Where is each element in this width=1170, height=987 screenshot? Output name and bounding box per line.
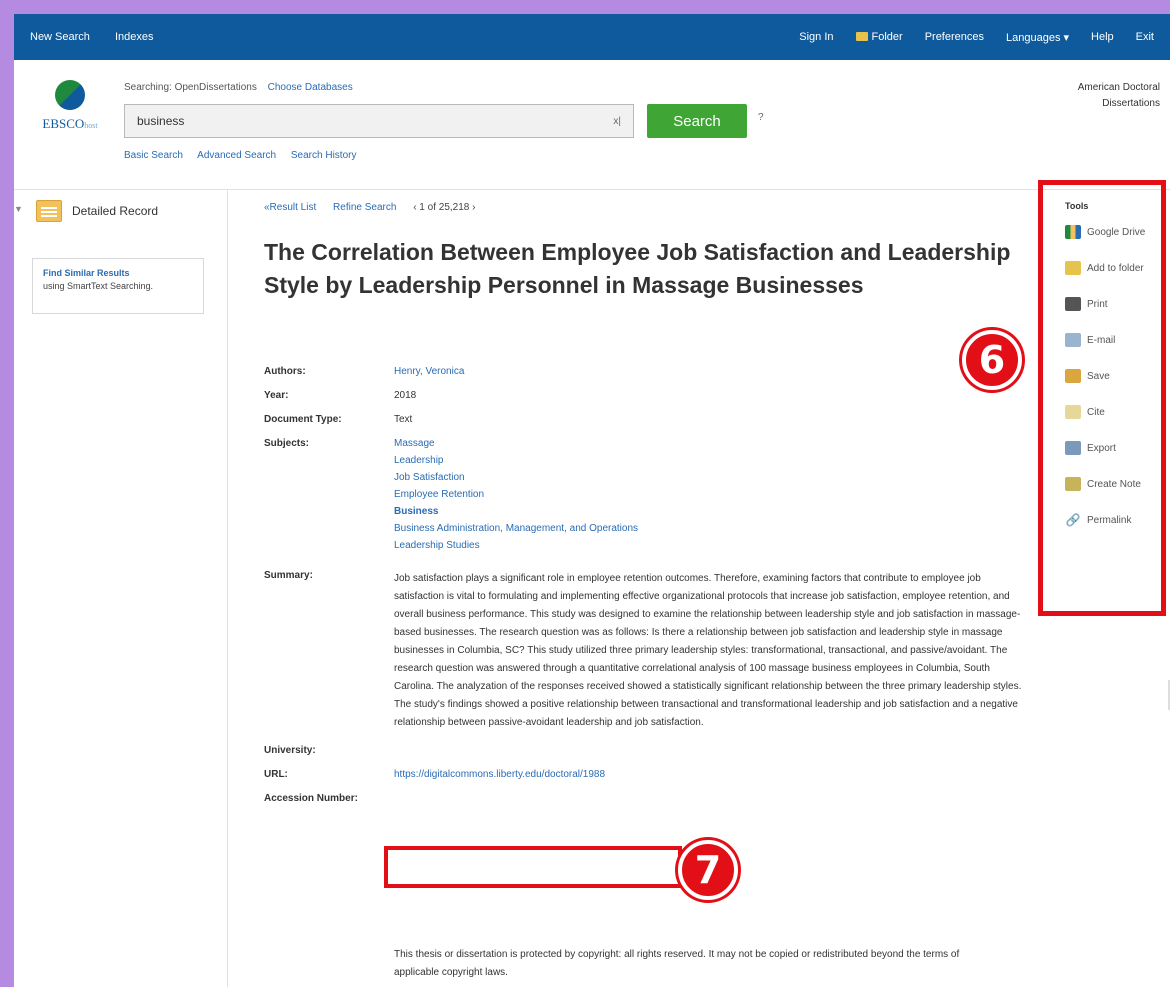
subject-link[interactable]: Business Administration, Management, and… xyxy=(394,523,1024,534)
google-drive-icon xyxy=(1065,225,1081,239)
breadcrumb: «Result List Refine Search ‹ 1 of 25,218… xyxy=(264,202,489,213)
search-options: Basic Search Advanced Search Search Hist… xyxy=(124,150,368,161)
search-button[interactable]: Search xyxy=(647,104,747,138)
field-subjects: Subjects: Massage Leadership Job Satisfa… xyxy=(264,438,1024,557)
export-icon xyxy=(1065,441,1081,455)
ebsco-logo-icon xyxy=(55,80,85,110)
annotation-badge-7: 7 xyxy=(678,840,738,900)
nav-help[interactable]: Help xyxy=(1091,31,1114,43)
field-document-type: Document Type: Text xyxy=(264,414,413,425)
tools-heading: Tools xyxy=(1065,201,1089,211)
folder-icon xyxy=(1065,261,1081,275)
find-similar-results[interactable]: Find Similar Results using SmartText Sea… xyxy=(32,258,204,314)
record-title: The Correlation Between Employee Job Sat… xyxy=(264,239,1011,298)
subject-link[interactable]: Job Satisfaction xyxy=(394,472,1024,483)
search-header: EBSCOhost Searching: OpenDissertations C… xyxy=(14,60,1170,190)
record-fields: Authors: Henry, Veronica Year: 2018 Docu… xyxy=(264,366,1024,817)
nav-new-search[interactable]: New Search xyxy=(30,31,90,43)
record-detail: «Result List Refine Search ‹ 1 of 25,218… xyxy=(264,190,1024,987)
print-icon xyxy=(1065,297,1081,311)
tool-cite[interactable]: Cite xyxy=(1065,405,1161,419)
record-url-link[interactable]: https://digitalcommons.liberty.edu/docto… xyxy=(394,769,1024,780)
tool-email[interactable]: E-mail xyxy=(1065,333,1161,347)
subject-link[interactable]: Leadership xyxy=(394,455,1024,466)
tool-add-to-folder[interactable]: Add to folder xyxy=(1065,261,1161,275)
field-university: University: xyxy=(264,745,316,756)
searching-database: Searching: OpenDissertations Choose Data… xyxy=(124,82,353,93)
ebsco-wordmark: EBSCOhost xyxy=(42,116,98,131)
result-counter[interactable]: ‹ 1 of 25,218 › xyxy=(413,202,475,213)
detailed-record-heading: Detailed Record xyxy=(36,200,158,222)
search-history-link[interactable]: Search History xyxy=(291,150,357,161)
database-name: American Doctoral Dissertations xyxy=(1077,82,1160,109)
field-authors: Authors: Henry, Veronica xyxy=(264,366,1024,377)
nav-preferences[interactable]: Preferences xyxy=(925,31,984,43)
annotation-badge-6: 6 xyxy=(962,330,1022,390)
email-icon xyxy=(1065,333,1081,347)
field-url: URL: https://digitalcommons.liberty.edu/… xyxy=(264,769,1024,780)
tool-create-note[interactable]: Create Note xyxy=(1065,477,1161,491)
browser-frame: New Search Indexes Sign In Folder Prefer… xyxy=(14,14,1170,987)
subject-link[interactable]: Business xyxy=(394,506,1024,517)
ebsco-logo[interactable]: EBSCOhost xyxy=(30,80,110,132)
save-icon xyxy=(1065,369,1081,383)
subject-link[interactable]: Employee Retention xyxy=(394,489,1024,500)
tool-export[interactable]: Export xyxy=(1065,441,1161,455)
top-nav: New Search Indexes Sign In Folder Prefer… xyxy=(14,14,1170,60)
result-list-link[interactable]: «Result List xyxy=(264,202,316,213)
tool-print[interactable]: Print xyxy=(1065,297,1161,311)
nav-folder[interactable]: Folder xyxy=(855,31,903,43)
nav-indexes[interactable]: Indexes xyxy=(115,31,154,43)
advanced-search-link[interactable]: Advanced Search xyxy=(197,150,276,161)
folder-icon xyxy=(855,32,868,41)
field-year: Year: 2018 xyxy=(264,390,417,401)
left-sidebar: ▼ Detailed Record Find Similar Results u… xyxy=(14,190,228,987)
nav-exit[interactable]: Exit xyxy=(1136,31,1154,43)
subject-link[interactable]: Leadership Studies xyxy=(394,540,1024,551)
search-help-icon[interactable]: ? xyxy=(758,112,764,123)
basic-search-link[interactable]: Basic Search xyxy=(124,150,183,161)
subject-link[interactable]: Massage xyxy=(394,438,1024,449)
search-input[interactable] xyxy=(137,114,614,128)
clear-icon[interactable]: x| xyxy=(613,116,621,127)
field-accession-number: Accession Number: xyxy=(264,793,358,804)
link-icon: 🔗 xyxy=(1065,513,1081,527)
tools-panel: Tools Google Drive Add to folder Print E… xyxy=(1038,180,1166,616)
author-link[interactable]: Henry, Veronica xyxy=(394,366,1024,377)
tool-permalink[interactable]: 🔗 Permalink xyxy=(1065,513,1161,527)
nav-folder-label: Folder xyxy=(871,31,903,43)
cite-icon xyxy=(1065,405,1081,419)
copyright-notice: This thesis or dissertation is protected… xyxy=(394,949,960,978)
choose-databases-link[interactable]: Choose Databases xyxy=(268,82,353,93)
refine-search-link[interactable]: Refine Search xyxy=(333,202,396,213)
collapse-caret-icon[interactable]: ▼ xyxy=(14,204,23,214)
tool-save[interactable]: Save xyxy=(1065,369,1161,383)
find-similar-title[interactable]: Find Similar Results xyxy=(43,267,193,280)
find-similar-subtitle: using SmartText Searching. xyxy=(43,281,154,291)
url-highlight-box xyxy=(384,846,682,888)
note-icon xyxy=(1065,477,1081,491)
record-icon xyxy=(36,200,62,222)
tool-google-drive[interactable]: Google Drive xyxy=(1065,225,1161,239)
field-summary: Summary: Job satisfaction plays a signif… xyxy=(264,570,1024,732)
nav-sign-in[interactable]: Sign In xyxy=(799,31,833,43)
summary-text: Job satisfaction plays a significant rol… xyxy=(394,573,1022,728)
search-box[interactable]: x| xyxy=(124,104,634,138)
nav-languages[interactable]: Languages ▾ xyxy=(1006,31,1069,44)
